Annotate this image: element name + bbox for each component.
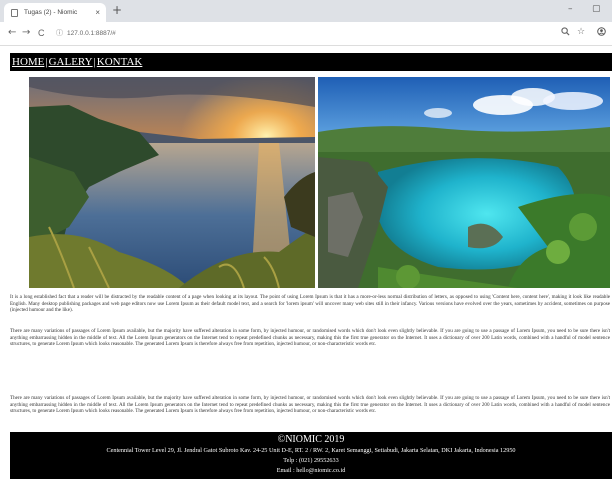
- account-icon[interactable]: [597, 27, 606, 39]
- footer-phone: Telp : (021) 29552633: [283, 457, 339, 464]
- tab-close-icon[interactable]: ×: [95, 8, 100, 17]
- nav-separator: |: [93, 56, 96, 68]
- tropical-lagoon-photo: [318, 77, 610, 288]
- nav-separator: |: [45, 56, 48, 68]
- minimize-icon[interactable]: –: [568, 4, 573, 14]
- url-text: 127.0.0.1:8887/#: [67, 30, 116, 37]
- bookmark-star-icon[interactable]: ☆: [577, 27, 585, 37]
- site-nav: HOME | GALERY | KONTAK: [10, 53, 612, 71]
- reload-icon[interactable]: C: [38, 28, 45, 38]
- forward-icon[interactable]: →: [22, 27, 30, 38]
- new-tab-icon[interactable]: +: [112, 3, 122, 17]
- back-icon[interactable]: ←: [8, 27, 16, 38]
- footer-copyright: ©NIOMIC 2019: [277, 434, 345, 445]
- footer-address: Centennial Tower Level 29, Jl. Jendral G…: [106, 447, 516, 454]
- maximize-icon[interactable]: ▢: [592, 4, 601, 14]
- browser-tab[interactable]: Tugas (2) - Niomic ×: [4, 3, 106, 22]
- zoom-icon[interactable]: [561, 27, 570, 39]
- info-icon[interactable]: ⓘ: [56, 30, 63, 37]
- body-paragraph-1: It is a long established fact that a rea…: [10, 294, 610, 314]
- nav-galery-link[interactable]: GALERY: [49, 56, 93, 68]
- tab-title: Tugas (2) - Niomic: [24, 9, 78, 16]
- browser-tab-strip: Tugas (2) - Niomic × + – ▢: [0, 0, 612, 22]
- address-bar: ← → C ⓘ 127.0.0.1:8887/# ☆: [0, 22, 612, 46]
- page-icon: [11, 8, 18, 17]
- body-paragraph-3: There are many variations of passages of…: [10, 395, 610, 415]
- body-paragraph-2: There are many variations of passages of…: [10, 328, 610, 348]
- footer-email: Email : hello@niomic.co.id: [276, 467, 346, 474]
- url-field[interactable]: ⓘ 127.0.0.1:8887/#: [56, 28, 116, 38]
- nav-kontak-link[interactable]: KONTAK: [97, 56, 143, 68]
- lake-sunset-photo: [29, 77, 315, 288]
- site-footer: ©NIOMIC 2019 Centennial Tower Level 29, …: [10, 432, 612, 479]
- nav-home-link[interactable]: HOME: [12, 56, 44, 68]
